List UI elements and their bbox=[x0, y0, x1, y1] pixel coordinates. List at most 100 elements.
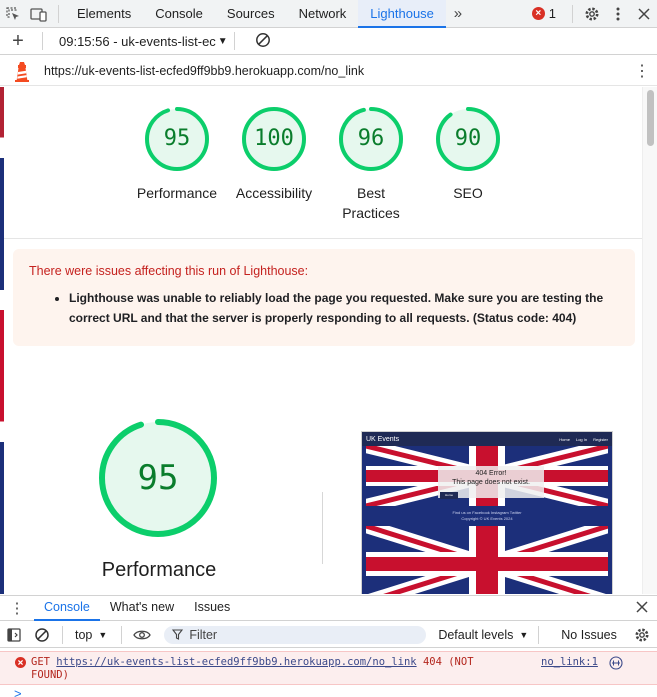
screenshot-copyright: Copyright © UK Events 2024 bbox=[461, 516, 513, 521]
lighthouse-toolbar: + 09:15:56 - uk-events-list-ec ▼ bbox=[0, 28, 657, 55]
screenshot-nav-link: Log In bbox=[575, 436, 588, 442]
screenshot-home-button: Home bbox=[440, 492, 458, 499]
inspect-icon[interactable] bbox=[0, 0, 26, 28]
console-toolbar: top ▼ Filter Default levels ▼ No Issues bbox=[0, 622, 657, 648]
performance-gauge-large: 95 bbox=[97, 417, 219, 542]
report-url-bar: https://uk-events-list-ecfed9ff9bb9.hero… bbox=[0, 56, 657, 86]
union-flag-image: 404 Error! This page does not exist. Hom… bbox=[366, 446, 608, 506]
performance-title: Performance bbox=[101, 559, 217, 581]
toolbar-separator bbox=[538, 625, 540, 644]
report-body: 95 Performance 100 Accessibility 96 Best… bbox=[4, 87, 642, 594]
filter-placeholder: Filter bbox=[189, 627, 218, 642]
clear-console-icon[interactable] bbox=[28, 627, 56, 643]
gauge-score: 90 bbox=[454, 126, 482, 151]
warning-list: Lighthouse was unable to reliably load t… bbox=[69, 288, 619, 328]
performance-score: 95 bbox=[137, 458, 179, 498]
drawer-tab-console[interactable]: Console bbox=[34, 595, 100, 621]
console-error-message: GET https://uk-events-list-ecfed9ff9bb9.… bbox=[0, 651, 657, 685]
section-divider bbox=[322, 492, 323, 564]
context-label: top bbox=[75, 627, 93, 642]
tab-elements[interactable]: Elements bbox=[65, 0, 143, 28]
screenshot-error-text: This page does not exist. bbox=[452, 479, 530, 486]
toolbar-separator bbox=[62, 625, 63, 644]
warning-item: Lighthouse was unable to reliably load t… bbox=[69, 288, 619, 328]
screenshot-nav-link: Home bbox=[559, 436, 570, 442]
gauge-label: SEO bbox=[453, 185, 483, 201]
toolbar-separator bbox=[121, 625, 123, 644]
chevron-down-icon: ▼ bbox=[217, 35, 228, 47]
gauge-score: 95 bbox=[163, 126, 191, 151]
context-selector[interactable]: top ▼ bbox=[75, 628, 107, 642]
console-error-line: GET https://uk-events-list-ecfed9ff9bb9.… bbox=[31, 656, 474, 668]
gauge-performance[interactable]: 95 Performance bbox=[127, 105, 227, 203]
filter-icon bbox=[172, 629, 184, 640]
screenshot-nav-link: Register bbox=[593, 436, 608, 442]
toolbar-separator bbox=[233, 32, 235, 50]
issues-counter[interactable]: No Issues bbox=[561, 628, 617, 642]
toolbar-separator bbox=[58, 4, 59, 23]
gauge-best-practices[interactable]: 96 Best Practices bbox=[321, 105, 421, 223]
drawer-close-icon[interactable] bbox=[627, 600, 657, 616]
more-vert-icon[interactable] bbox=[605, 0, 631, 28]
gauge-label: Accessibility bbox=[235, 185, 313, 201]
drawer-tab-issues[interactable]: Issues bbox=[184, 595, 240, 621]
report-selector-label: 09:15:56 - uk-events-list-ec bbox=[59, 33, 216, 49]
settings-icon[interactable] bbox=[579, 0, 605, 28]
error-icon bbox=[15, 657, 26, 668]
source-location-link[interactable]: no_link:1 bbox=[541, 656, 598, 668]
clear-all-icon[interactable] bbox=[255, 32, 271, 51]
drawer-tab-bar: ⋮ Console What's new Issues bbox=[0, 595, 657, 621]
request-status-cont: FOUND) bbox=[31, 669, 69, 681]
tab-sources[interactable]: Sources bbox=[215, 0, 287, 28]
sidebar-toggle-icon[interactable] bbox=[0, 627, 28, 642]
chevron-down-icon: ▼ bbox=[98, 629, 108, 640]
scrollbar-thumb[interactable] bbox=[647, 90, 654, 146]
log-levels-label: Default levels bbox=[438, 627, 514, 642]
request-method: GET bbox=[31, 656, 50, 668]
screenshot-footer: Find us on Facebook Instagram Twitter Co… bbox=[362, 506, 612, 526]
report-scrollbar[interactable] bbox=[642, 87, 657, 594]
error-counter[interactable]: × 1 bbox=[531, 6, 556, 21]
console-settings-icon[interactable] bbox=[627, 627, 657, 643]
lighthouse-logo-icon bbox=[0, 60, 44, 82]
devtools-tab-bar: Elements Console Sources Network Lightho… bbox=[0, 0, 657, 28]
new-report-button[interactable]: + bbox=[0, 30, 36, 53]
request-status: 404 (NOT bbox=[422, 656, 474, 668]
gauge-score: 96 bbox=[357, 126, 385, 151]
network-request-icon[interactable] bbox=[609, 656, 623, 670]
gauge-accessibility[interactable]: 100 Accessibility bbox=[224, 105, 324, 203]
toolbar-separator bbox=[572, 4, 573, 23]
more-tabs-icon[interactable]: » bbox=[446, 5, 470, 22]
warning-title: There were issues affecting this run of … bbox=[29, 264, 309, 278]
device-toggle-icon[interactable] bbox=[26, 0, 52, 28]
request-url-link[interactable]: https://uk-events-list-ecfed9ff9bb9.hero… bbox=[56, 656, 416, 668]
lighthouse-report: 95 Performance 100 Accessibility 96 Best… bbox=[0, 87, 657, 594]
run-warnings: There were issues affecting this run of … bbox=[13, 249, 635, 346]
live-expression-eye-icon[interactable] bbox=[128, 629, 156, 641]
tab-lighthouse[interactable]: Lighthouse bbox=[358, 0, 446, 28]
console-prompt[interactable]: > bbox=[14, 686, 22, 697]
drawer-tab-whats-new[interactable]: What's new bbox=[100, 595, 184, 621]
gauge-label: Best Practices bbox=[342, 185, 400, 221]
tab-console[interactable]: Console bbox=[143, 0, 215, 28]
error-count: 1 bbox=[548, 6, 556, 21]
union-flag-image bbox=[366, 526, 608, 594]
log-levels-dropdown[interactable]: Default levels ▼ bbox=[438, 628, 528, 642]
gauge-score: 100 bbox=[254, 126, 294, 151]
final-screenshot[interactable]: UK Events Home Log In Register 404 Error… bbox=[361, 431, 613, 594]
drawer-menu-icon[interactable]: ⋮ bbox=[0, 599, 34, 617]
gauge-seo[interactable]: 90 SEO bbox=[418, 105, 518, 203]
report-menu-icon[interactable]: ⋮ bbox=[627, 61, 657, 81]
screenshot-site-name: UK Events bbox=[366, 435, 400, 443]
gauge-label: Performance bbox=[136, 185, 218, 201]
screenshot-nav-links: Home Log In Register bbox=[559, 437, 608, 442]
report-url[interactable]: https://uk-events-list-ecfed9ff9bb9.hero… bbox=[44, 64, 627, 78]
report-selector[interactable]: 09:15:56 - uk-events-list-ec ▼ bbox=[59, 34, 228, 49]
error-icon: × bbox=[531, 7, 545, 20]
tab-network[interactable]: Network bbox=[287, 0, 359, 28]
screenshot-error-title: 404 Error! bbox=[475, 470, 507, 477]
filter-input[interactable]: Filter bbox=[164, 625, 427, 644]
toolbar-separator bbox=[42, 32, 43, 50]
score-gauges: 95 Performance 100 Accessibility 96 Best… bbox=[4, 87, 642, 239]
close-icon[interactable] bbox=[631, 0, 657, 28]
